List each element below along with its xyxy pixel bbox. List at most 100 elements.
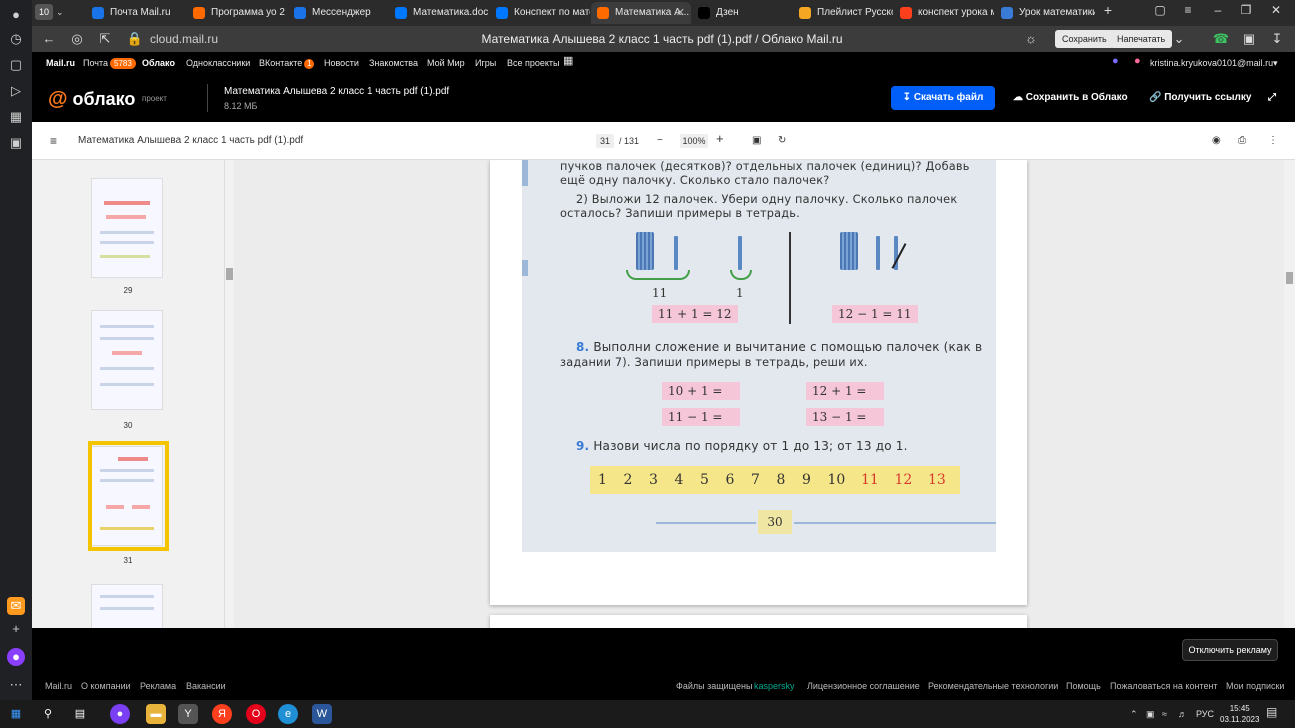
page-number-input[interactable]: 31 — [596, 134, 614, 148]
tray-chevron-icon[interactable]: ⌃ — [1130, 708, 1138, 720]
footer-link[interactable]: Реклама — [140, 681, 176, 691]
browser-tab[interactable]: Мессенджер — [288, 2, 388, 24]
browser-tab[interactable]: Математика А... ✕ — [591, 2, 691, 24]
scrollbar-thumb[interactable] — [1286, 272, 1293, 284]
microphone-icon[interactable]: ◉ — [1212, 134, 1221, 148]
footer-link[interactable]: Mail.ru — [45, 681, 72, 691]
thumbnail-page-30[interactable] — [91, 310, 163, 410]
disable-ads-button[interactable]: Отключить рекламу — [1182, 639, 1278, 661]
screenshot-icon[interactable]: ▣ — [7, 134, 25, 152]
rotate-icon[interactable]: ↻ — [778, 134, 786, 148]
zoom-level[interactable]: 100% — [680, 134, 708, 148]
more-icon[interactable]: ⋯ — [7, 676, 25, 694]
collections-toolbar-icon[interactable]: ▢ — [1150, 3, 1170, 17]
share-icon[interactable]: ⇱ — [96, 30, 114, 48]
search-icon[interactable]: ⚲ — [38, 704, 58, 724]
close-tab-icon[interactable]: ✕ — [676, 2, 685, 24]
portal-link-myworld[interactable]: Мой Мир — [427, 57, 465, 69]
volume-icon[interactable]: ♬ — [1178, 708, 1187, 720]
save-to-cloud-button[interactable]: ☁ Сохранить в Облако — [1013, 92, 1128, 104]
portal-link-cloud[interactable]: Облако — [142, 57, 175, 69]
mail-app-icon[interactable]: ✉ — [7, 597, 25, 615]
wifi-icon[interactable]: ≈ — [1162, 708, 1167, 720]
fit-page-icon[interactable]: ▣ — [752, 134, 761, 148]
minimize-icon[interactable]: – — [1208, 3, 1228, 17]
alice-icon[interactable]: ● — [7, 648, 25, 666]
close-icon[interactable]: ✕ — [1266, 3, 1286, 17]
menu-icon[interactable]: ≡ — [1178, 3, 1198, 17]
get-link-button[interactable]: 🔗 Получить ссылку — [1149, 92, 1251, 104]
back-icon[interactable]: ← — [40, 30, 58, 48]
portal-link-mail[interactable]: Почта 5783 — [83, 57, 136, 69]
browser-tab[interactable]: Математика.doc... — [389, 2, 489, 24]
edge-icon[interactable]: e — [278, 704, 298, 724]
save-button[interactable]: Сохранить — [1055, 30, 1114, 48]
notifications-icon[interactable]: ▤ — [1266, 706, 1277, 718]
yandex-icon[interactable]: Я — [212, 704, 232, 724]
footer-link[interactable]: Пожаловаться на контент — [1110, 681, 1218, 691]
portal-link-ok[interactable]: Одноклассники — [186, 57, 250, 69]
cloud-logo[interactable]: @ облако — [48, 88, 135, 110]
portal-link-vk[interactable]: ВКонтакте 1 — [259, 57, 315, 69]
download-file-button[interactable]: ↧ Скачать файл — [891, 86, 995, 110]
new-tab-icon[interactable]: + — [1098, 2, 1118, 18]
alice-taskbar-icon[interactable]: ● — [110, 704, 130, 724]
browser-tab[interactable]: Дзен — [692, 2, 792, 24]
download-icon[interactable]: ↧ — [1268, 30, 1286, 48]
fullscreen-icon[interactable]: ⤢ — [1268, 92, 1276, 104]
footer-link[interactable]: Мои подписки — [1226, 681, 1284, 691]
zoom-out-icon[interactable]: − — [657, 134, 663, 148]
chevron-down-icon[interactable]: ⌄ — [1170, 30, 1188, 48]
footer-link[interactable]: Рекомендательные технологии — [928, 681, 1058, 691]
play-icon[interactable]: ▷ — [7, 82, 25, 100]
task-view-icon[interactable]: ▤ — [70, 704, 90, 724]
file-explorer-icon[interactable]: ▬ — [146, 704, 166, 724]
account-chevron-icon[interactable]: ▾ — [1273, 57, 1278, 69]
printer-icon[interactable]: ⎙ — [1238, 134, 1246, 148]
portal-link-news[interactable]: Новости — [324, 57, 359, 69]
thumbnail-scrollbar[interactable] — [224, 160, 234, 628]
tab-counter-icon[interactable]: ▦ — [7, 108, 25, 126]
browser-tab[interactable]: Конспект по мате... — [490, 2, 590, 24]
opera-icon[interactable]: O — [246, 704, 266, 724]
language-indicator[interactable]: РУС — [1196, 708, 1214, 720]
add-panel-icon[interactable]: + — [7, 620, 25, 638]
footer-link[interactable]: Помощь — [1066, 681, 1101, 691]
extension-icon[interactable]: ☼ — [1022, 30, 1040, 48]
windows-start-icon[interactable]: ▦ — [6, 704, 26, 724]
tab-count[interactable]: 10 — [35, 4, 53, 20]
footer-link[interactable]: О компании — [81, 681, 131, 691]
portal-link-games[interactable]: Игры — [475, 57, 496, 69]
scrollbar-thumb[interactable] — [226, 268, 233, 280]
bookmark-icon[interactable]: ▣ — [1240, 30, 1258, 48]
footer-link[interactable]: Вакансии — [186, 681, 226, 691]
grid-icon[interactable]: ▦ — [563, 55, 573, 67]
restore-icon[interactable]: ❐ — [1236, 3, 1256, 17]
kaspersky-logo[interactable]: kaspersky — [754, 681, 795, 691]
footer-link[interactable]: Лицензионное соглашение — [807, 681, 920, 691]
thumbnail-page-29[interactable] — [91, 178, 163, 278]
clock[interactable]: 15:45 03.11.2023 — [1220, 703, 1259, 725]
word-icon[interactable]: W — [312, 704, 332, 724]
browser-tab[interactable]: Почта Mail.ru — [86, 2, 186, 24]
more-options-icon[interactable]: ⋮ — [1268, 134, 1278, 148]
collections-icon[interactable]: ▢ — [7, 56, 25, 74]
messenger-ext-icon[interactable]: ☎ — [1212, 30, 1230, 48]
document-scrollbar[interactable] — [1284, 160, 1295, 628]
history-icon[interactable]: ◷ — [7, 30, 25, 48]
portal-link-all[interactable]: Все проекты — [507, 57, 560, 69]
url-field[interactable]: cloud.mail.ru — [150, 30, 218, 48]
tabs-dropdown-icon[interactable]: ⌄ — [56, 4, 70, 20]
browser-tab[interactable]: Программа уо 2 ... — [187, 2, 287, 24]
browser-tab[interactable]: Урок математики... — [995, 2, 1095, 24]
browser-tab[interactable]: Плейлист Русско... — [793, 2, 893, 24]
yandex-browser-icon[interactable]: Y — [178, 704, 198, 724]
portal-link-mailru[interactable]: Mail.ru — [46, 57, 75, 69]
zoom-in-icon[interactable]: + — [716, 132, 724, 146]
portal-link-dating[interactable]: Знакомства — [369, 57, 418, 69]
browser-tab[interactable]: конспект урока м... — [894, 2, 994, 24]
yandex-protect-icon[interactable]: ◎ — [68, 30, 86, 48]
tray-app-icon[interactable]: ▣ — [1146, 708, 1155, 720]
avatar[interactable]: ● — [1134, 55, 1141, 67]
print-button[interactable]: Напечатать — [1110, 30, 1173, 48]
